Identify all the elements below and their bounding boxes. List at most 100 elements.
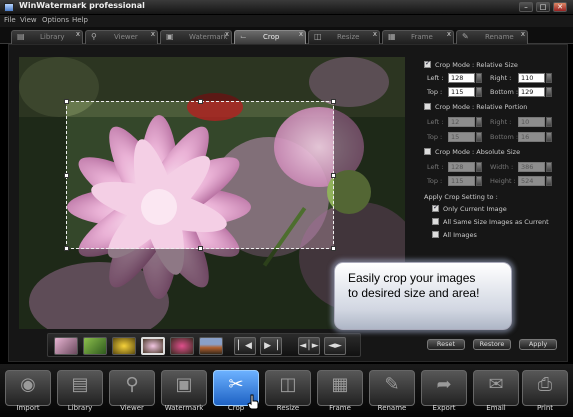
tab-viewer-close[interactable]: x: [151, 28, 155, 40]
as-left-label: Left :: [427, 163, 444, 171]
crop-mask-left: [19, 101, 66, 249]
close-button[interactable]: ✕: [553, 2, 567, 12]
absolute-size-option[interactable]: Crop Mode : Absolute Size: [424, 148, 520, 156]
apply-button[interactable]: Apply: [519, 339, 557, 350]
first-image-button[interactable]: ▏◀: [234, 337, 256, 355]
relative-size-checkbox[interactable]: [424, 59, 431, 68]
rp-right-input[interactable]: 10: [518, 117, 545, 127]
library-button[interactable]: ▤: [57, 370, 103, 406]
watermark-button[interactable]: ▣: [161, 370, 207, 406]
rp-bottom-input[interactable]: 16: [518, 132, 545, 142]
apply-same-size-option[interactable]: All Same Size Images as Current: [432, 218, 549, 226]
as-height-input[interactable]: 524: [518, 176, 545, 186]
tab-bar: ▤ Library x ⚲ Viewer x ▣ Watermark x ⌙ C…: [0, 27, 573, 44]
thumbnail-4-selected[interactable]: [141, 337, 165, 355]
tab-resize[interactable]: ◫ Resize x: [308, 30, 380, 44]
fit-width-button[interactable]: ◄│►: [298, 337, 320, 355]
tab-watermark[interactable]: ▣ Watermark x: [160, 30, 232, 44]
crop-handle-bottom-left[interactable]: [64, 246, 69, 251]
apply-all-images-option[interactable]: All Images: [432, 231, 477, 239]
relative-portion-label: Crop Mode : Relative Portion: [435, 103, 528, 111]
menu-help[interactable]: Help: [72, 16, 88, 24]
print-button[interactable]: ⎙: [522, 370, 568, 406]
rs-top-input[interactable]: 115: [448, 87, 475, 97]
as-left-spinner[interactable]: [476, 162, 482, 172]
tab-frame-close[interactable]: x: [447, 28, 451, 40]
rs-left-input[interactable]: 128: [448, 73, 475, 83]
menu-file[interactable]: File: [4, 16, 16, 24]
crop-handle-bottom[interactable]: [198, 246, 203, 251]
tab-crop-close[interactable]: x: [299, 28, 303, 40]
menu-view[interactable]: View: [20, 16, 37, 24]
rp-top-spinner[interactable]: [476, 132, 482, 142]
viewer-label: Viewer: [120, 404, 144, 412]
email-button[interactable]: ✉: [473, 370, 519, 406]
rs-right-input[interactable]: 110: [518, 73, 545, 83]
rp-bottom-spinner[interactable]: [546, 132, 552, 142]
thumbnail-3[interactable]: [112, 337, 136, 355]
tab-crop-label: Crop: [263, 33, 280, 41]
restore-button[interactable]: Restore: [473, 339, 511, 350]
tab-rename-close[interactable]: x: [521, 28, 525, 40]
rs-right-spinner[interactable]: [546, 73, 552, 83]
absolute-size-checkbox[interactable]: [424, 148, 431, 155]
rp-left-spinner[interactable]: [476, 117, 482, 127]
crop-handle-left[interactable]: [64, 173, 69, 178]
import-button[interactable]: ◉: [5, 370, 51, 406]
rp-left-input[interactable]: 12: [448, 117, 475, 127]
crop-rectangle[interactable]: [64, 99, 336, 251]
callout-line-2: to desired size and area!: [348, 286, 480, 300]
crop-handle-top-left[interactable]: [64, 99, 69, 104]
as-top-input[interactable]: 115: [448, 176, 475, 186]
as-width-spinner[interactable]: [546, 162, 552, 172]
thumbnail-2[interactable]: [83, 337, 107, 355]
last-image-button[interactable]: ▶▕: [260, 337, 282, 355]
crop-handle-top[interactable]: [198, 99, 203, 104]
as-left-input[interactable]: 128: [448, 162, 475, 172]
reset-button[interactable]: Reset: [427, 339, 465, 350]
apply-only-current-option[interactable]: Only Current Image: [432, 203, 507, 213]
tab-library-close[interactable]: x: [76, 28, 80, 40]
title-bar: WinWatermark professional – □ ✕: [0, 0, 573, 15]
frame-button[interactable]: ▦: [317, 370, 363, 406]
as-top-label: Top :: [427, 177, 443, 185]
export-button[interactable]: ➦: [421, 370, 467, 406]
rp-top-input[interactable]: 15: [448, 132, 475, 142]
as-height-spinner[interactable]: [546, 176, 552, 186]
thumbnail-6[interactable]: [199, 337, 223, 355]
maximize-button[interactable]: □: [536, 2, 550, 12]
rs-bottom-spinner[interactable]: [546, 87, 552, 97]
crop-handle-right[interactable]: [331, 173, 336, 178]
apply-same-size-checkbox[interactable]: [432, 218, 439, 225]
tab-resize-close[interactable]: x: [373, 28, 377, 40]
fit-screen-button[interactable]: ◄►: [324, 337, 346, 355]
resize-button[interactable]: ◫: [265, 370, 311, 406]
apply-all-images-checkbox[interactable]: [432, 231, 439, 238]
tab-frame[interactable]: ▦ Frame x: [382, 30, 454, 44]
thumbnail-1[interactable]: [54, 337, 78, 355]
relative-portion-option[interactable]: Crop Mode : Relative Portion: [424, 103, 527, 111]
tab-library[interactable]: ▤ Library x: [11, 30, 83, 44]
relative-portion-checkbox[interactable]: [424, 103, 431, 110]
rename-button[interactable]: ✎: [369, 370, 415, 406]
relative-size-option[interactable]: Crop Mode : Relative Size: [424, 59, 518, 69]
rs-left-spinner[interactable]: [476, 73, 482, 83]
tab-watermark-close[interactable]: x: [225, 28, 229, 40]
tab-viewer[interactable]: ⚲ Viewer x: [85, 30, 158, 44]
apply-only-current-checkbox[interactable]: [432, 203, 439, 212]
rp-right-spinner[interactable]: [546, 117, 552, 127]
viewer-button[interactable]: ⚲: [109, 370, 155, 406]
crop-handle-bottom-right[interactable]: [331, 246, 336, 251]
as-width-input[interactable]: 386: [518, 162, 545, 172]
menu-options[interactable]: Options: [42, 16, 69, 24]
thumbnail-5[interactable]: [170, 337, 194, 355]
rs-bottom-input[interactable]: 129: [518, 87, 545, 97]
as-top-spinner[interactable]: [476, 176, 482, 186]
tab-rename[interactable]: ✎ Rename x: [456, 30, 528, 44]
library-icon: ▤: [71, 374, 89, 395]
library-icon: ▤: [17, 32, 25, 41]
rs-top-spinner[interactable]: [476, 87, 482, 97]
tab-crop[interactable]: ⌙ Crop x: [234, 30, 306, 44]
crop-handle-top-right[interactable]: [331, 99, 336, 104]
minimize-button[interactable]: –: [519, 2, 533, 12]
